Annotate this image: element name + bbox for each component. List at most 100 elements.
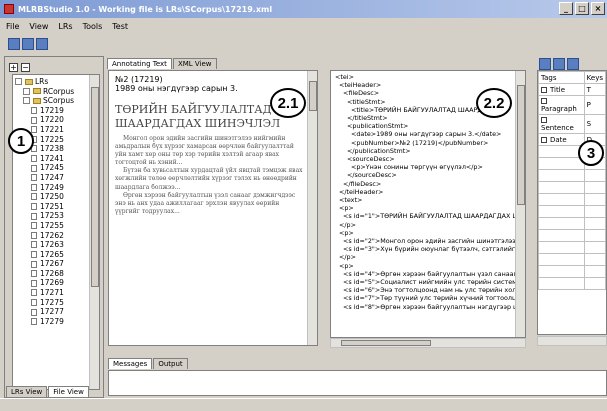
tree-file-item[interactable]: 17255 xyxy=(15,221,87,231)
tab-file-view[interactable]: File View xyxy=(48,386,89,397)
tree-file-item[interactable]: 17265 xyxy=(15,250,87,260)
xml-line: <s id="7">Төр түүний улс төрийн хүчний т… xyxy=(343,294,526,303)
tree-folder-scorpus[interactable]: SCorpus xyxy=(15,96,87,106)
tab-xml-view[interactable]: XML View xyxy=(172,58,217,69)
tree-file-item[interactable]: 17250 xyxy=(15,192,87,202)
menu-test[interactable]: Test xyxy=(112,22,128,31)
app-icon xyxy=(4,4,14,14)
tree-file-item[interactable]: 17262 xyxy=(15,231,87,241)
xml-line: <s id="1">ТӨРИЙН БАЙГУУЛАЛТАД ШААРДАГДАХ… xyxy=(343,212,526,221)
file-icon xyxy=(31,203,37,211)
tag-checkbox[interactable] xyxy=(541,98,547,104)
tree-file-item[interactable]: 17279 xyxy=(15,317,87,327)
empty-tag-row xyxy=(538,193,606,206)
keys-header: Keys xyxy=(583,71,606,84)
tab-lrs-view[interactable]: LRs View xyxy=(6,386,48,397)
tag-row[interactable]: Paragraph P xyxy=(538,95,606,115)
xml-line: <tei> xyxy=(335,73,354,81)
tree-root[interactable]: LRs xyxy=(15,77,87,87)
empty-tag-row xyxy=(538,181,606,194)
tree-file-item[interactable]: 17269 xyxy=(15,278,87,288)
new-file-icon[interactable] xyxy=(8,38,20,50)
xml-line: <s id="6">Энэ тогтолцоонд нам нь улс төр… xyxy=(343,286,526,295)
tree-file-item[interactable]: 17241 xyxy=(15,154,87,164)
add-tag-icon[interactable] xyxy=(539,58,551,70)
tag-name: Date xyxy=(550,135,567,144)
close-button[interactable]: × xyxy=(591,2,605,15)
file-icon xyxy=(31,155,37,163)
file-icon xyxy=(31,279,37,287)
minimize-button[interactable]: _ xyxy=(559,2,573,15)
tags-header: Tags xyxy=(538,71,585,84)
xml-line: </teiHeader> xyxy=(339,187,384,196)
tab-messages[interactable]: Messages xyxy=(108,358,153,369)
folder-icon xyxy=(33,88,41,95)
xml-line: <p> xyxy=(339,228,354,237)
save-file-icon[interactable] xyxy=(36,38,48,50)
tags-table-pane: Tags Keys TitleTParagraphPSentenceSDateD xyxy=(537,70,607,335)
tree-file-item[interactable]: 17275 xyxy=(15,298,87,308)
xml-line: <s id="5">Социалист нийгмийн улс төрийн … xyxy=(343,278,526,287)
tree-file-item[interactable]: 17271 xyxy=(15,288,87,298)
tree-file-item[interactable]: 17253 xyxy=(15,211,87,221)
collapse-all-icon[interactable]: − xyxy=(21,63,30,72)
tree-file-item[interactable]: 17267 xyxy=(15,259,87,269)
xml-line: <sourceDesc> xyxy=(347,155,395,164)
xml-line: <text> xyxy=(339,196,363,205)
messages-pane[interactable] xyxy=(108,370,607,396)
left-tabs: LRs View File View xyxy=(6,386,90,397)
text-scrollbar[interactable] xyxy=(307,71,317,345)
xml-line: <p>Үнэн сонины төргүүн өгүүлэл</p> xyxy=(351,163,483,172)
tree-file-item[interactable]: 17220 xyxy=(15,115,87,125)
menu-view[interactable]: View xyxy=(29,22,48,31)
tree-file-item[interactable]: 17268 xyxy=(15,269,87,279)
empty-tag-row xyxy=(538,169,606,182)
menu-tools[interactable]: Tools xyxy=(83,22,103,31)
tab-output[interactable]: Output xyxy=(153,358,188,369)
tree-scrollbar[interactable] xyxy=(89,75,99,389)
file-icon xyxy=(31,318,37,326)
paragraph: Өргөн хэрээн байгуулалтын үзэл санааг дэ… xyxy=(115,191,296,215)
folder-icon xyxy=(25,78,33,85)
tag-row[interactable]: Sentence S xyxy=(538,114,606,134)
tree-file-item[interactable]: 17263 xyxy=(15,240,87,250)
callout-3: 3 xyxy=(578,140,604,166)
file-icon xyxy=(31,174,37,182)
maximize-button[interactable]: □ xyxy=(575,2,589,15)
tree-file-item[interactable]: 17245 xyxy=(15,163,87,173)
xml-line: </publicationStmt> xyxy=(347,146,411,155)
tree-file-item[interactable]: 17277 xyxy=(15,307,87,317)
menu-file[interactable]: File xyxy=(6,22,19,31)
xml-hscrollbar[interactable] xyxy=(330,338,526,348)
tree-folder-rcorpus[interactable]: RCorpus xyxy=(15,87,87,97)
expand-all-icon[interactable]: + xyxy=(9,63,18,72)
file-icon xyxy=(31,164,37,172)
file-icon xyxy=(31,116,37,124)
tag-name: Title xyxy=(550,85,566,94)
empty-tag-row xyxy=(538,229,606,242)
file-icon xyxy=(31,231,37,239)
tab-annotating-text[interactable]: Annotating Text xyxy=(107,58,172,69)
tag-checkbox[interactable] xyxy=(541,86,547,93)
tag-checkbox[interactable] xyxy=(541,136,547,143)
tree-file-item[interactable]: 17251 xyxy=(15,202,87,212)
tags-hscrollbar[interactable] xyxy=(537,336,607,346)
open-file-icon[interactable] xyxy=(22,38,34,50)
tag-name: Sentence xyxy=(541,124,574,132)
xml-line: <s id="2">Монгол орон эдийн засгийн шинэ… xyxy=(343,237,526,246)
window-title: MLRBStudio 1.0 - Working file is LRs\SCo… xyxy=(18,4,273,14)
xml-scrollbar[interactable] xyxy=(515,71,525,337)
edit-tag-icon[interactable] xyxy=(553,58,565,70)
xml-line: <date>1989 оны нэгдүгээр сарын 3.</date> xyxy=(351,130,502,139)
tree-file-item[interactable]: 17247 xyxy=(15,173,87,183)
menu-lrs[interactable]: LRs xyxy=(58,22,72,31)
tree-file-item[interactable]: 17219 xyxy=(15,106,87,116)
bottom-tabs: Messages Output xyxy=(108,358,189,369)
paragraph: Монгол орон эдийн засгийн шинэтгэлээ ний… xyxy=(115,135,294,167)
tag-checkbox[interactable] xyxy=(541,117,547,123)
tree-file-item[interactable]: 17249 xyxy=(15,183,87,193)
file-icon xyxy=(31,212,37,220)
delete-tag-icon[interactable] xyxy=(567,58,579,70)
tag-row[interactable]: Title T xyxy=(538,83,606,96)
callout-2-2: 2.2 xyxy=(476,88,512,118)
